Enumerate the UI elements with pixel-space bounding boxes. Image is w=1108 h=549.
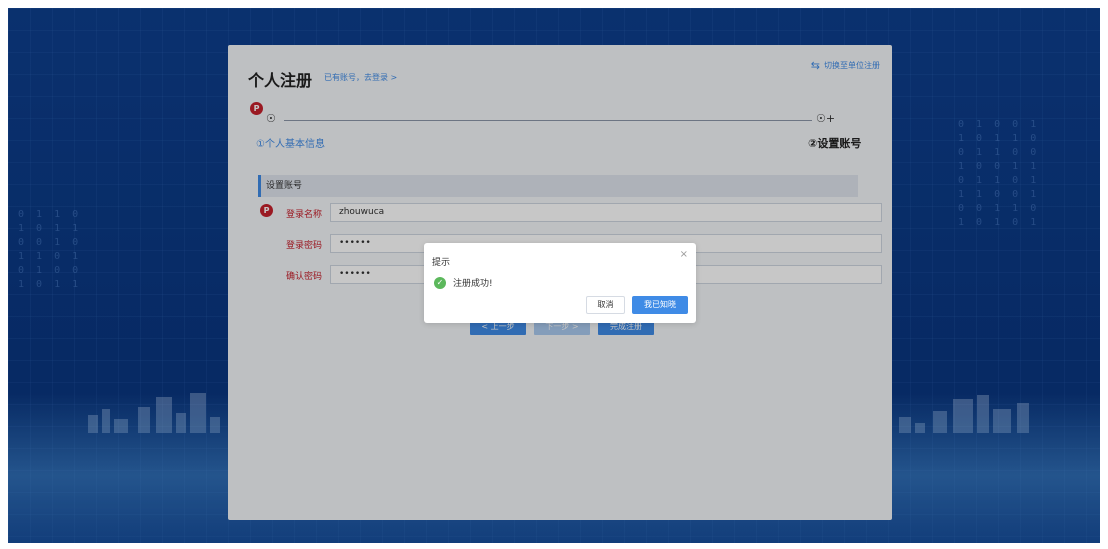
dialog-message: ✓ 注册成功! bbox=[434, 276, 493, 289]
check-circle-icon: ✓ bbox=[434, 276, 446, 289]
confirm-button[interactable]: 我已知晓 bbox=[632, 296, 688, 314]
success-dialog: 提示 × ✓ 注册成功! 取消 我已知晓 bbox=[424, 243, 696, 323]
cancel-button[interactable]: 取消 bbox=[586, 296, 625, 314]
close-icon[interactable]: × bbox=[680, 249, 688, 260]
dialog-title: 提示 bbox=[432, 258, 451, 268]
dialog-message-text: 注册成功! bbox=[453, 279, 493, 289]
